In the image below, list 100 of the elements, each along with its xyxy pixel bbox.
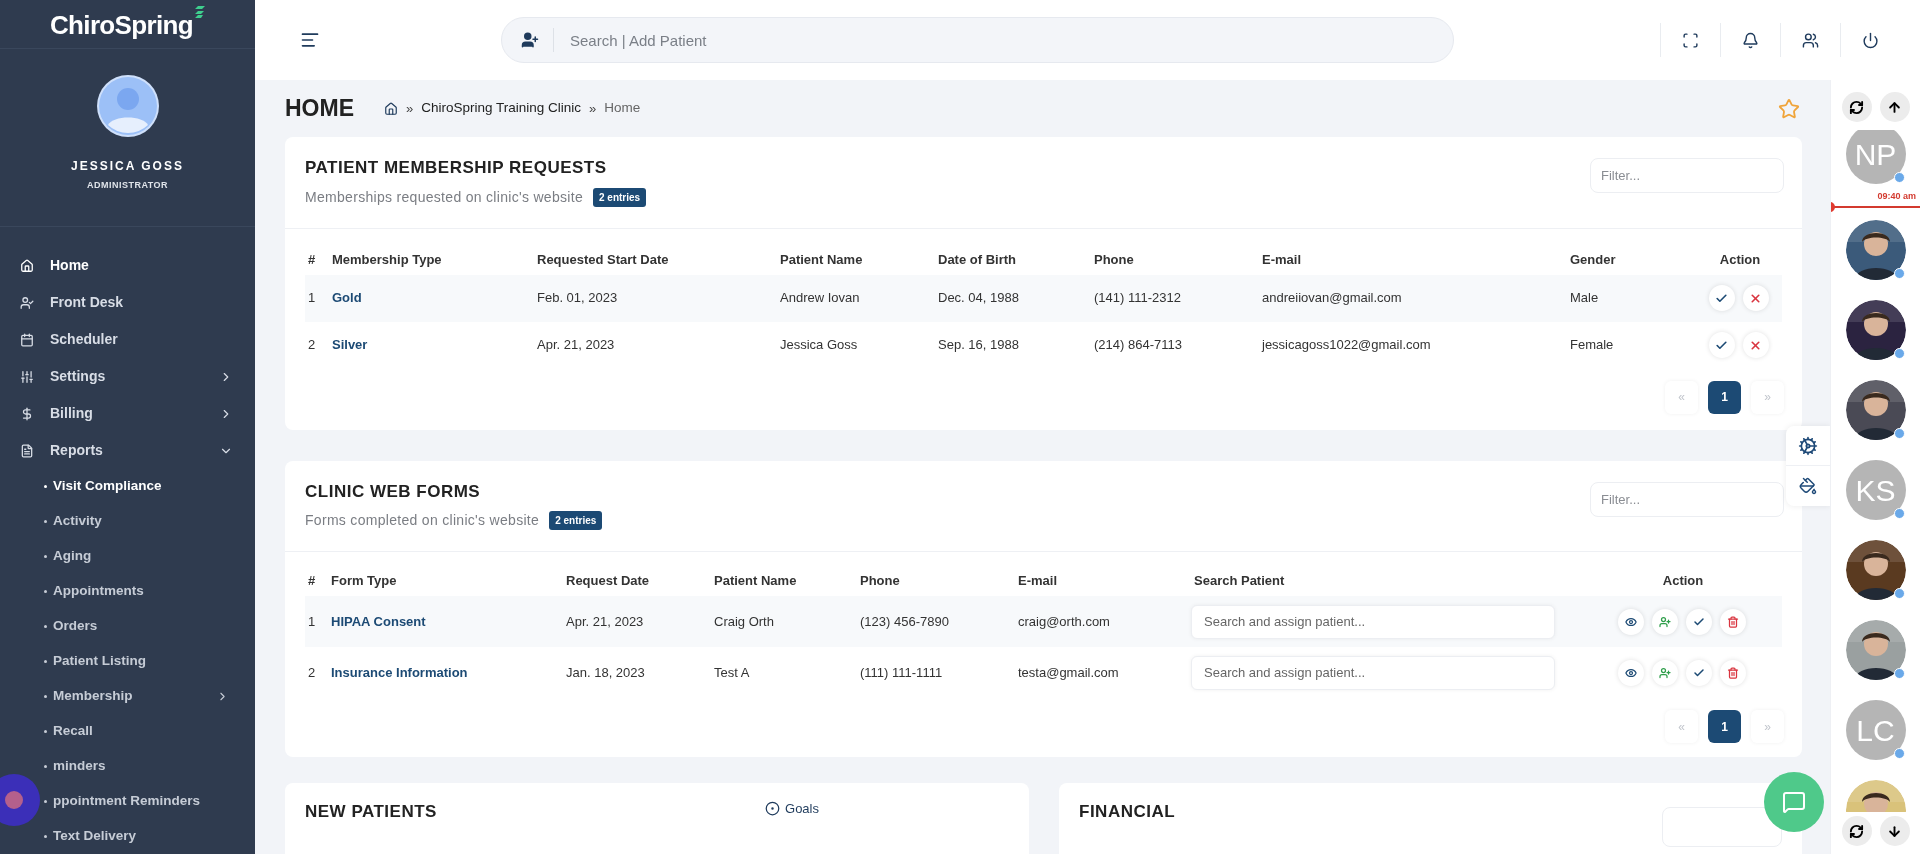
add-patient-button[interactable]	[1651, 659, 1678, 686]
power-icon	[1862, 31, 1879, 49]
column-header: Requested Start Date	[536, 250, 670, 269]
assign-patient-field[interactable]: Search and assign patient...	[1191, 655, 1555, 690]
document-icon	[20, 443, 34, 458]
column-header: Search Patient	[1193, 572, 1286, 591]
reject-button[interactable]	[1742, 285, 1769, 311]
membership-link[interactable]: Silver	[329, 335, 534, 355]
column-header: Request Date	[565, 572, 651, 591]
table-cell-text: Dec. 04, 1988	[937, 289, 1020, 308]
dollar-icon	[20, 406, 34, 421]
sub-nav-item[interactable]: Membership	[44, 679, 255, 714]
nav-item[interactable]: Front Desk	[0, 284, 255, 321]
breadcrumb-link[interactable]: ChiroSpring Training Clinic	[421, 98, 582, 119]
sub-nav-item[interactable]: Patient Listing	[44, 644, 255, 679]
breadcrumb-separator: »	[406, 99, 414, 118]
assign-patient-field[interactable]: Search and assign patient...	[1191, 604, 1555, 639]
card-subtitle: Memberships requested on clinic's website	[305, 187, 583, 207]
column-header: #	[307, 250, 317, 269]
delete-button[interactable]	[1719, 608, 1746, 635]
breadcrumb-current: Home	[604, 99, 641, 118]
table-cell-text: (141) 111-2312	[1093, 289, 1182, 308]
membership-link[interactable]: Gold	[329, 288, 534, 308]
logo[interactable]: ChiroSpring	[49, 6, 206, 46]
approve-button[interactable]	[1685, 608, 1712, 635]
scroll-down-button[interactable]	[1879, 816, 1910, 846]
card-title: NEW PATIENTS	[305, 801, 437, 823]
page-button[interactable]: 1	[1708, 710, 1741, 743]
user-avatar[interactable]	[96, 74, 159, 137]
user-check-icon	[20, 295, 34, 310]
add-patient-button[interactable]	[1651, 608, 1678, 635]
home-icon[interactable]	[384, 101, 398, 116]
sub-nav-item[interactable]: Recall	[44, 714, 255, 749]
settings-icon	[1798, 435, 1818, 456]
table-cell-text: jessicagoss1022@gmail.com	[1260, 336, 1432, 355]
column-header: Patient Name	[779, 250, 864, 269]
table-cell-text: andreiiovan@gmail.com	[1261, 289, 1403, 308]
arrow-down-icon	[1887, 823, 1902, 839]
table-cell-text: Feb. 01, 2023	[536, 289, 619, 308]
sliders-icon	[20, 369, 34, 384]
leaf-icon	[195, 6, 206, 19]
sub-nav-item[interactable]: minders	[44, 749, 255, 784]
nav-item[interactable]: Scheduler	[0, 321, 255, 358]
column-header: Phone	[1093, 250, 1135, 269]
page-button[interactable]: 1	[1708, 380, 1741, 414]
nav-item[interactable]: Reports	[0, 432, 255, 469]
filter-field[interactable]: Filter...	[1590, 481, 1784, 517]
table-cell-text: (111) 111-1111	[859, 663, 944, 682]
table-cell-text: Sep. 16, 1988	[937, 336, 1020, 355]
sub-nav-item[interactable]: Text Delivery	[44, 819, 255, 854]
filter-field[interactable]: Filter...	[1590, 158, 1784, 193]
delete-button[interactable]	[1719, 659, 1746, 686]
card-title: PATIENT MEMBERSHIP REQUESTS	[305, 157, 608, 179]
current-time: 09:40 am	[1877, 190, 1916, 203]
table-cell-text: testa@gmail.com	[1017, 663, 1120, 682]
column-header: Form Type	[330, 572, 398, 591]
table-cell-text: 1	[307, 289, 317, 308]
card-title: FINANCIAL	[1079, 801, 1176, 823]
sub-nav-item[interactable]: Appointments	[44, 574, 255, 609]
sub-nav-item[interactable]: Aging	[44, 539, 255, 574]
table-cell-text: Test A	[713, 663, 751, 682]
form-link[interactable]: HIPAA Consent	[328, 611, 563, 632]
table-cell-text: Craig Orth	[713, 612, 775, 631]
nav-item[interactable]: Home	[0, 247, 255, 284]
refresh-button[interactable]	[1841, 816, 1872, 846]
sub-nav-item[interactable]: Orders	[44, 609, 255, 644]
refresh-icon	[1849, 823, 1864, 839]
sub-nav-item[interactable]: ppointment Reminders	[44, 784, 255, 819]
refresh-button[interactable]	[1841, 92, 1872, 122]
sub-nav-item[interactable]: Activity	[44, 504, 255, 539]
approve-button[interactable]	[1708, 332, 1735, 358]
calendar-icon	[20, 332, 34, 347]
eye-icon	[1624, 666, 1637, 679]
form-link[interactable]: Insurance Information	[328, 662, 563, 683]
check-icon	[1692, 666, 1705, 679]
sub-nav-item[interactable]: Visit Compliance	[44, 469, 255, 504]
approve-button[interactable]	[1708, 285, 1735, 311]
view-button[interactable]	[1617, 608, 1644, 635]
menu-icon	[300, 30, 320, 50]
star-icon[interactable]	[1778, 97, 1800, 120]
recorder-button[interactable]	[0, 774, 40, 826]
table-cell-text: craig@orth.com	[1017, 612, 1111, 631]
column-header: Action	[1718, 250, 1762, 269]
goals-option[interactable]: Goals	[765, 799, 819, 819]
scroll-up-button[interactable]	[1879, 92, 1910, 122]
view-button[interactable]	[1617, 659, 1644, 686]
column-header: Membership Type	[331, 250, 443, 269]
radio-icon	[765, 801, 781, 817]
table-cell-text: Apr. 21, 2023	[565, 612, 645, 631]
approve-button[interactable]	[1685, 659, 1712, 686]
card-subtitle: Forms completed on clinic's website	[305, 511, 540, 530]
table-cell-text: Jessica Goss	[779, 336, 859, 355]
nav-item[interactable]: Settings	[0, 358, 255, 395]
table-cell-text: Apr. 21, 2023	[536, 336, 616, 355]
reject-button[interactable]	[1742, 332, 1769, 358]
nav-item[interactable]: Billing	[0, 395, 255, 432]
search-field[interactable]: Search | Add Patient	[501, 17, 1454, 63]
table-cell-text: 2	[307, 663, 317, 682]
add-user-icon	[1658, 666, 1671, 679]
column-header: E-mail	[1261, 250, 1302, 269]
